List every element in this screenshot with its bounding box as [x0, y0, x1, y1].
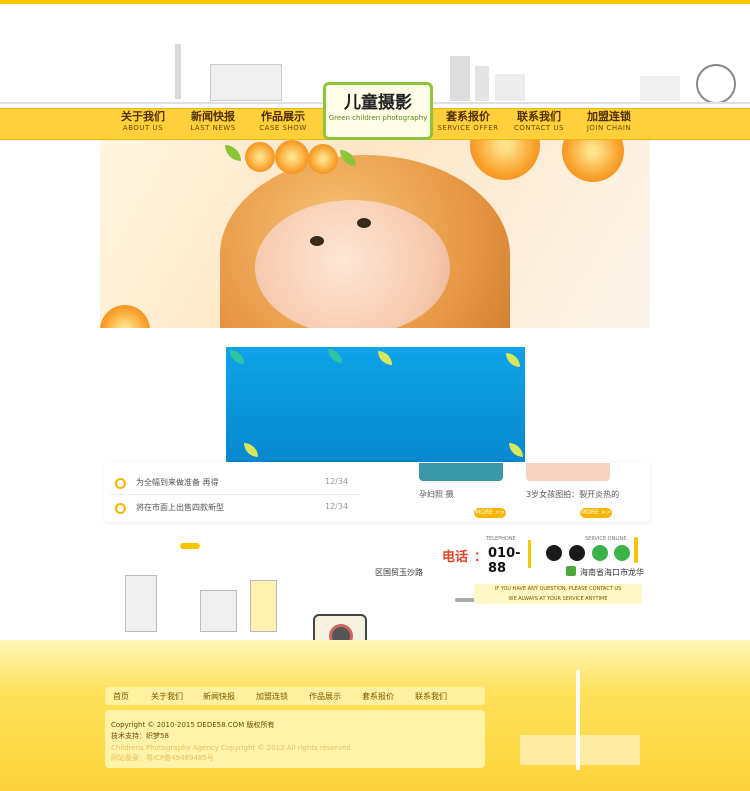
nav-news[interactable]: 新闻快报 LAST NEWS: [177, 110, 249, 136]
nav-join-label: 加盟连锁: [587, 110, 631, 123]
hero-banner: [100, 140, 650, 328]
orange-slice-icon: [100, 305, 150, 328]
logo-subtitle: Green children photography: [328, 114, 428, 122]
blue-overlay-panel: [226, 347, 525, 462]
building-sketch: [450, 56, 470, 101]
nav-contact-en: CONTACT US: [514, 124, 564, 132]
tower-sketch: [175, 44, 181, 99]
eye: [310, 236, 324, 246]
leaf-icon: [225, 145, 241, 161]
nav-offer[interactable]: 套系报价 SERVICE OFFER: [432, 110, 504, 136]
skyline-sketch: [520, 735, 640, 765]
nav-news-label: 新闻快报: [191, 110, 235, 123]
orange-fruit-icon: [275, 140, 309, 174]
divider: [110, 494, 360, 495]
msn-icon[interactable]: [592, 545, 608, 561]
airplane-icon: [180, 543, 200, 549]
nav-about[interactable]: 关于我们 ABOUT US: [107, 110, 179, 136]
logo-title: 儿童摄影: [344, 93, 412, 113]
leaf-icon: [328, 349, 342, 363]
news-title: 为全幅到来做准备 再得: [136, 478, 219, 487]
nav-cases-label: 作品展示: [261, 110, 305, 123]
news-date: 12/34: [325, 502, 349, 511]
icp-text: 网站备案：粤ICP备49489485号: [111, 754, 214, 762]
footer-link-join[interactable]: 加盟连锁: [256, 691, 288, 702]
orange-slice-icon: [470, 140, 540, 180]
service-online-label: SERVICE ONLINE: [585, 536, 627, 542]
leaf-icon: [244, 443, 258, 457]
more-button[interactable]: MORE >>: [580, 508, 612, 518]
ferris-wheel-icon: [696, 64, 736, 104]
english-copyright: Childrens Photography Agency Copyright ©…: [111, 744, 351, 752]
footer-link-contact[interactable]: 联系我们: [415, 691, 447, 702]
nav-contact[interactable]: 联系我们 CONTACT US: [503, 110, 575, 136]
baby-face: [255, 200, 450, 328]
building-sketch: [640, 76, 680, 101]
location-icon: [566, 566, 576, 576]
footer-link-home[interactable]: 首页: [113, 691, 129, 702]
footer-link-cases[interactable]: 作品展示: [309, 691, 341, 702]
footer-link-about[interactable]: 关于我们: [151, 691, 183, 702]
nav-cases-en: CASE SHOW: [259, 124, 307, 132]
eye: [357, 218, 371, 228]
building-sketch: [200, 590, 237, 632]
message-banner: IF YOU HAVE ANY QUESTION, PLEASE CONTACT…: [474, 584, 642, 604]
nav-about-en: ABOUT US: [122, 124, 164, 132]
building-sketch: [495, 74, 525, 101]
nav-offer-en: SERVICE OFFER: [437, 124, 499, 132]
building-sketch: [475, 66, 489, 101]
news-item[interactable]: 为全幅到来做准备 再得 12/34: [110, 471, 350, 493]
bullet-icon: [115, 503, 126, 514]
qq-icon[interactable]: [569, 545, 585, 561]
nav-offer-label: 套系报价: [446, 110, 490, 123]
nav-cases[interactable]: 作品展示 CASE SHOW: [247, 110, 319, 136]
address: 海南省海口市龙华: [580, 568, 644, 577]
support-text: 技术支持：织梦58: [111, 732, 169, 740]
telephone-colon: ：: [474, 550, 488, 565]
footer-link-offer[interactable]: 套系报价: [362, 691, 394, 702]
orange-fruit-icon: [308, 144, 338, 174]
gallery-thumbnail[interactable]: [419, 463, 503, 481]
telephone-label-cn: 电话: [442, 550, 469, 565]
gallery-caption[interactable]: 3岁女孩图拍：裂开炎热的: [526, 489, 619, 500]
leaf-icon: [230, 350, 244, 364]
leaf-icon: [509, 443, 523, 457]
leaf-icon: [506, 353, 520, 367]
news-date: 12/34: [325, 477, 349, 486]
bullet-icon: [115, 478, 126, 489]
orange-fruit-icon: [245, 142, 275, 172]
message-line: WE ALWAYS AT YOUR SERVICE ANYTIME: [508, 596, 608, 602]
castle-sketch: [210, 64, 282, 101]
gallery-caption[interactable]: 孕妇照 摄: [419, 489, 454, 500]
news-item[interactable]: 将在市面上出售四款新型 12/34: [110, 496, 350, 518]
road-address: 区国贸玉沙路: [375, 568, 423, 577]
site-logo[interactable]: 儿童摄影 Green children photography: [323, 82, 433, 140]
telephone-box: 电话 ： 010-88: [438, 540, 531, 576]
gallery-thumbnail[interactable]: [526, 463, 610, 481]
building-sketch: [250, 580, 277, 632]
copyright-text: Copyright © 2010-2015 DEDE58.COM 版权所有: [111, 721, 275, 729]
nav-contact-label: 联系我们: [517, 110, 561, 123]
nav-join[interactable]: 加盟连锁 JOIN CHAIN: [573, 110, 645, 136]
footer-link-news[interactable]: 新闻快报: [203, 691, 235, 702]
accent-bar: [634, 537, 638, 563]
nav-about-label: 关于我们: [121, 110, 165, 123]
more-button[interactable]: MORE >>: [474, 508, 506, 518]
msn-icon[interactable]: [614, 545, 630, 561]
nav-news-en: LAST NEWS: [190, 124, 236, 132]
qq-icon[interactable]: [546, 545, 562, 561]
orange-slice-icon: [562, 140, 624, 182]
message-line: IF YOU HAVE ANY QUESTION, PLEASE CONTACT…: [494, 586, 622, 592]
leaf-icon: [378, 351, 392, 365]
nav-join-en: JOIN CHAIN: [586, 124, 632, 132]
news-title: 将在市面上出售四款新型: [136, 503, 224, 512]
building-sketch: [125, 575, 157, 632]
telephone-number: 010-88: [488, 546, 521, 576]
